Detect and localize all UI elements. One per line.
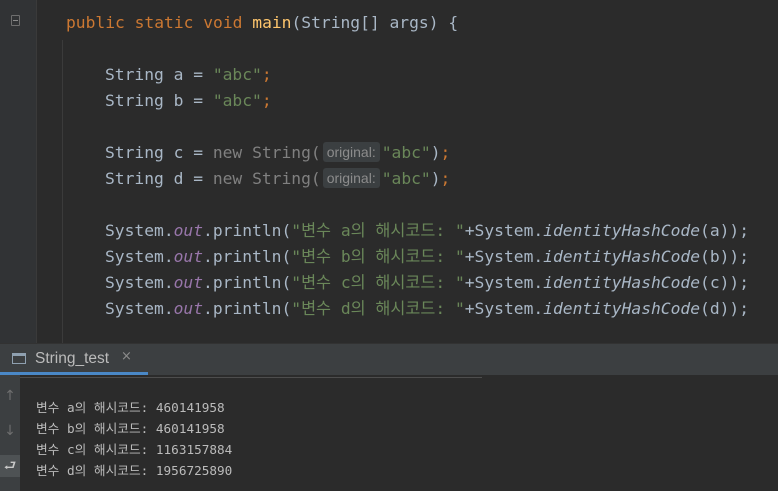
code-line-string-c: String c = new String(original: "abc"); (105, 142, 451, 162)
soft-wrap-icon[interactable]: ⮐ (0, 455, 20, 477)
code-line-println-c: System.out.println("변수 c의 해시코드: "+System… (105, 273, 750, 292)
run-tab-label: String_test (35, 350, 110, 367)
fold-marker-icon[interactable] (11, 15, 20, 26)
console-output-line: 변수 b의 해시코드: 460141958 (36, 421, 225, 436)
code-line-println-d: System.out.println("변수 d의 해시코드: "+System… (105, 299, 750, 318)
console-output-line: 변수 c의 해시코드: 1163157884 (36, 442, 233, 457)
close-icon[interactable]: × (121, 349, 132, 364)
parameter-hint: original: (322, 168, 380, 188)
code-line-string-b: String b = "abc"; (105, 91, 272, 110)
run-panel-header: String_test × (0, 343, 778, 375)
console-output-panel[interactable]: ↑ ↓ ⮐ 변수 a의 해시코드: 460141958 변수 b의 해시코드: … (0, 375, 778, 491)
console-toolbar: ↑ ↓ ⮐ (0, 375, 20, 491)
scroll-down-icon[interactable]: ↓ (0, 420, 20, 442)
code-line-main-signature: public static void main(String[] args) { (66, 13, 459, 32)
code-editor[interactable]: public static void main(String[] args) {… (0, 0, 778, 343)
indent-guide (62, 40, 63, 343)
editor-gutter (0, 0, 37, 343)
run-tab-string-test[interactable]: String_test × (0, 344, 148, 375)
console-output-line: 변수 d의 해시코드: 1956725890 (36, 463, 233, 478)
console-divider (20, 377, 482, 378)
code-line-string-a: String a = "abc"; (105, 65, 272, 84)
code-line-string-d: String d = new String(original: "abc"); (105, 168, 451, 188)
parameter-hint: original: (322, 142, 380, 162)
code-line-println-b: System.out.println("변수 b의 해시코드: "+System… (105, 247, 750, 266)
console-output-line: 변수 a의 해시코드: 460141958 (36, 400, 225, 415)
console-window-icon (12, 353, 26, 364)
code-line-println-a: System.out.println("변수 a의 해시코드: "+System… (105, 221, 750, 240)
scroll-up-icon[interactable]: ↑ (0, 385, 20, 407)
